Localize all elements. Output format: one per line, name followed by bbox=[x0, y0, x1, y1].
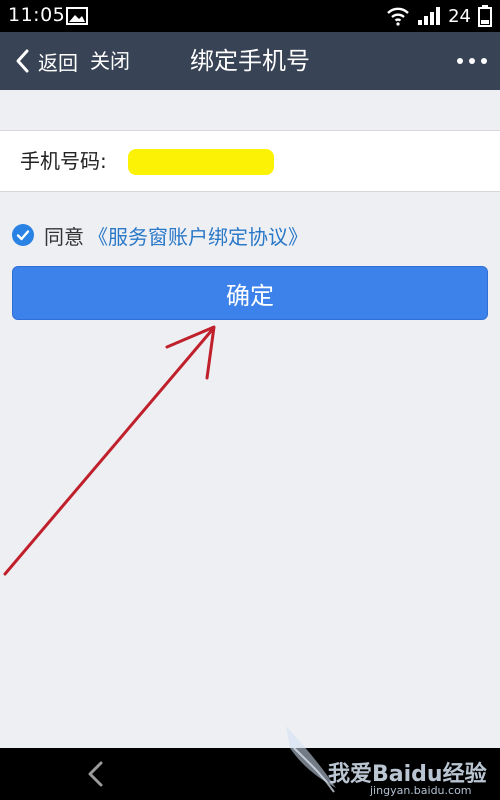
checkbox-checked-icon[interactable] bbox=[12, 224, 34, 246]
system-back-icon[interactable] bbox=[84, 760, 108, 788]
agree-text: 同意 bbox=[44, 224, 84, 249]
battery-icon bbox=[478, 5, 492, 27]
more-dots-icon[interactable] bbox=[456, 54, 488, 68]
nav-bar: 绑定手机号 返回 关闭 bbox=[0, 32, 500, 90]
status-bar: 11:05 24 bbox=[0, 0, 500, 32]
signal-icon bbox=[418, 7, 441, 25]
phone-number-row: 手机号码: bbox=[0, 130, 500, 192]
annotation-arrow bbox=[3, 325, 216, 576]
close-button[interactable]: 关闭 bbox=[90, 46, 130, 76]
status-right-group: 24 bbox=[386, 5, 492, 27]
status-time: 11:05 bbox=[8, 4, 66, 26]
back-label: 返回 bbox=[38, 50, 78, 75]
confirm-button[interactable]: 确定 bbox=[12, 266, 488, 320]
back-button[interactable]: 返回 bbox=[12, 46, 78, 76]
image-icon bbox=[66, 7, 88, 25]
chevron-left-icon bbox=[16, 49, 29, 73]
wifi-icon bbox=[387, 7, 409, 26]
baidu-watermark: 我爱Baidu经验 jingyan.baidu.com bbox=[280, 718, 500, 800]
phone-number-input[interactable] bbox=[128, 149, 274, 175]
battery-level: 24 bbox=[448, 5, 471, 27]
agreement-row: 同意 《服务窗账户绑定协议》 bbox=[12, 220, 308, 250]
agreement-link[interactable]: 《服务窗账户绑定协议》 bbox=[88, 221, 308, 250]
watermark-url: jingyan.baidu.com bbox=[370, 784, 472, 797]
phone-number-label: 手机号码: bbox=[20, 149, 107, 173]
